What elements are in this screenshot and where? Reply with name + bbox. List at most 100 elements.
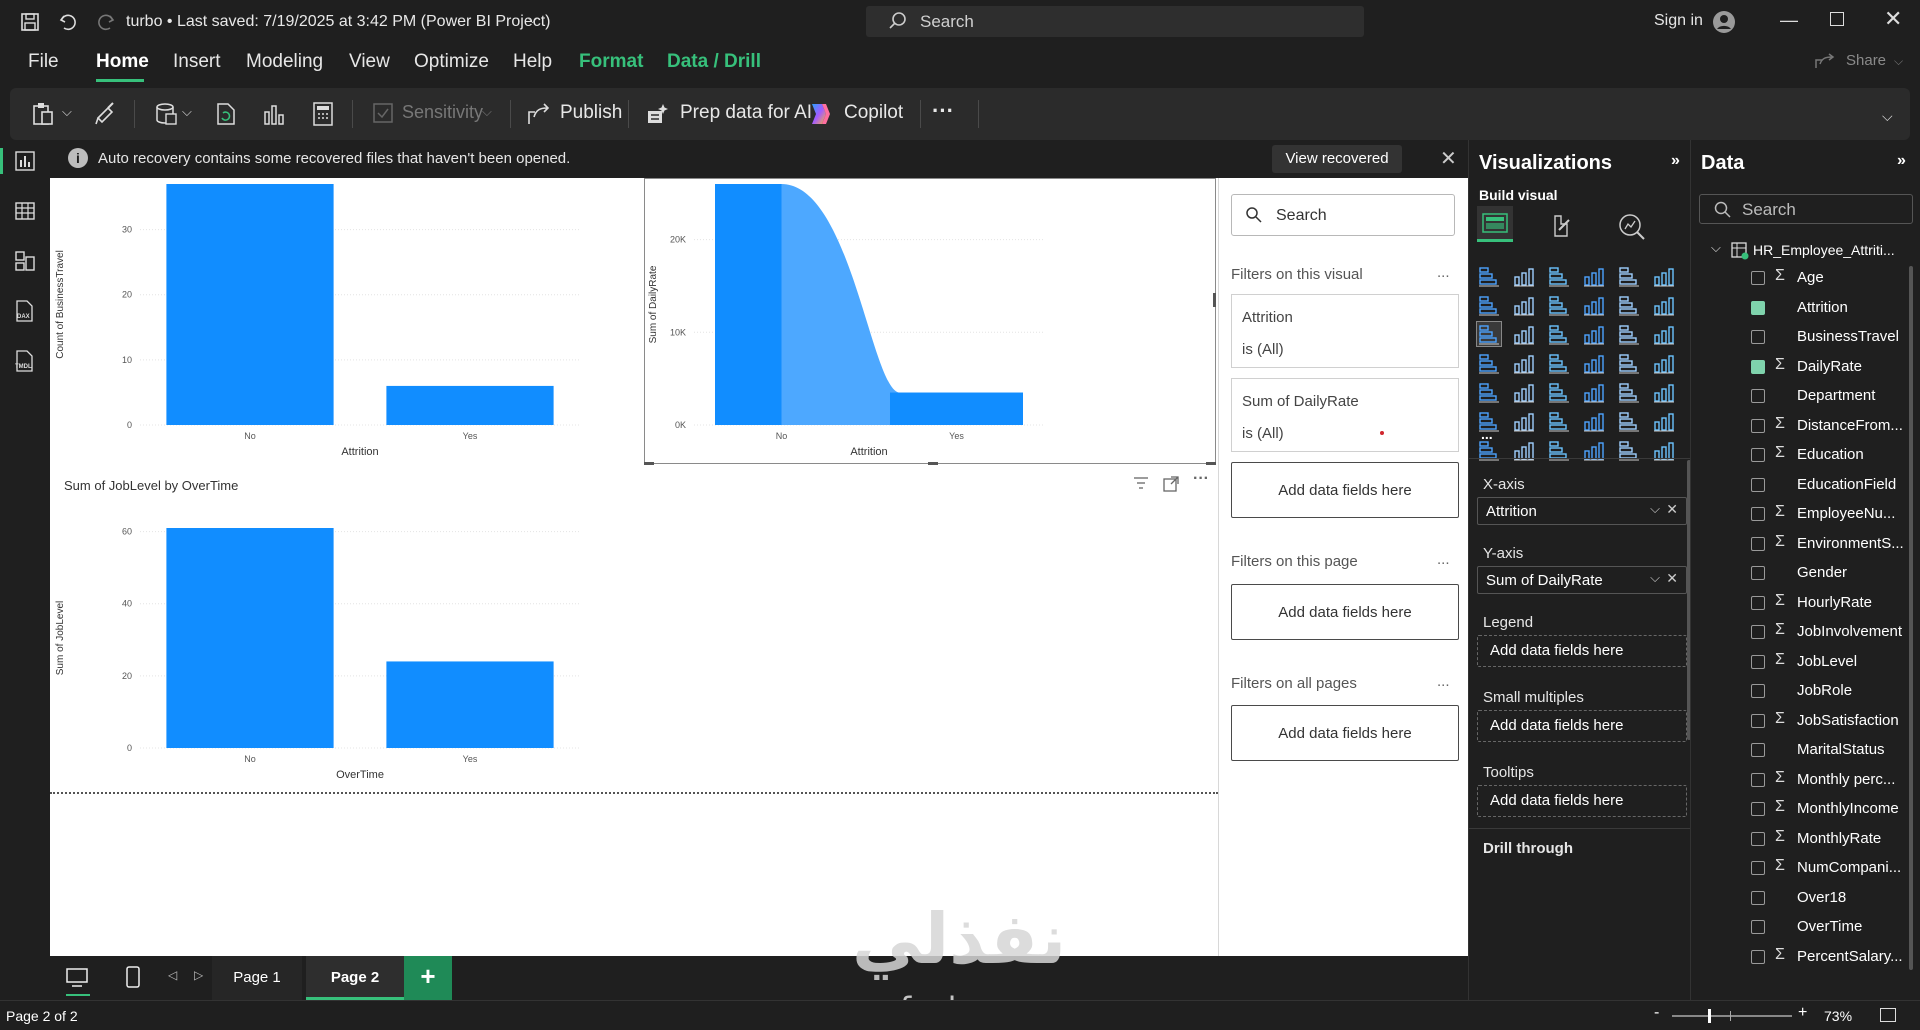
- mobile-layout-icon[interactable]: [126, 966, 140, 993]
- filter-card-dailyrate[interactable]: Sum of DailyRate is (All): [1231, 378, 1459, 452]
- format-painter-icon[interactable]: [94, 102, 118, 131]
- page-tab-1[interactable]: Page 1: [212, 956, 302, 1000]
- zoom-in-button[interactable]: +: [1798, 1004, 1807, 1022]
- get-data-chevron-icon[interactable]: ⌵: [182, 104, 192, 120]
- zoom-slider-thumb[interactable]: [1708, 1009, 1711, 1023]
- new-visual-icon[interactable]: [262, 102, 286, 131]
- field-item[interactable]: Σ DailyRate: [1691, 353, 1920, 381]
- tooltips-drop-zone[interactable]: Add data fields here: [1477, 785, 1687, 817]
- field-checkbox[interactable]: [1751, 920, 1765, 934]
- field-item[interactable]: BusinessTravel: [1691, 323, 1920, 351]
- field-checkbox[interactable]: [1751, 713, 1765, 728]
- field-item[interactable]: Σ Education: [1691, 441, 1920, 469]
- sign-in-link[interactable]: Sign in: [1654, 12, 1703, 30]
- field-item[interactable]: Σ Monthly perc...: [1691, 766, 1920, 794]
- field-item[interactable]: Σ MonthlyRate: [1691, 825, 1920, 853]
- data-scrollbar[interactable]: [1909, 266, 1913, 970]
- paste-icon[interactable]: [32, 102, 58, 131]
- chevron-down-icon[interactable]: ⌵: [1650, 570, 1660, 586]
- menu-help[interactable]: Help: [513, 51, 552, 73]
- field-item[interactable]: OverTime: [1691, 913, 1920, 941]
- next-page-icon[interactable]: ▷: [194, 968, 203, 982]
- tmdl-view-icon[interactable]: TMDL: [12, 348, 38, 374]
- undo-icon[interactable]: [54, 8, 82, 36]
- field-item[interactable]: Department: [1691, 382, 1920, 410]
- 100-column-visual-icon[interactable]: [1652, 264, 1676, 288]
- field-checkbox[interactable]: [1751, 271, 1765, 285]
- filter-icon[interactable]: [1133, 476, 1149, 495]
- field-item[interactable]: Σ PercentSalary...: [1691, 943, 1920, 971]
- decomposition-tree-visual-icon[interactable]: [1547, 409, 1571, 433]
- stacked-column-visual-icon[interactable]: [1512, 264, 1536, 288]
- field-item[interactable]: JobRole: [1691, 677, 1920, 705]
- title-chevron-icon[interactable]: ⌵: [528, 12, 537, 27]
- prep-data-icon[interactable]: [646, 102, 672, 131]
- filled-map-visual-icon[interactable]: [1547, 351, 1571, 375]
- field-item[interactable]: Over18: [1691, 884, 1920, 912]
- view-recovered-files-button[interactable]: View recovered files: [1272, 145, 1402, 195]
- field-item[interactable]: Σ JobLevel: [1691, 648, 1920, 676]
- field-item[interactable]: Σ EmployeeNu...: [1691, 500, 1920, 528]
- field-checkbox[interactable]: [1751, 507, 1765, 521]
- refresh-icon[interactable]: [214, 102, 238, 131]
- matrix-visual-icon[interactable]: [1617, 380, 1641, 404]
- yaxis-field-pill[interactable]: Sum of DailyRate ⌵ ✕: [1477, 566, 1687, 594]
- filters-visual-more-icon[interactable]: ...: [1437, 264, 1450, 281]
- get-data-icon[interactable]: [154, 102, 178, 131]
- close-icon[interactable]: ✕: [1440, 146, 1457, 171]
- qa-visual-icon[interactable]: [1582, 409, 1606, 433]
- area-visual-icon[interactable]: [1512, 293, 1536, 317]
- small-multiples-drop-zone[interactable]: Add data fields here: [1477, 710, 1687, 742]
- desktop-layout-icon[interactable]: [66, 968, 88, 993]
- waterfall-visual-icon[interactable]: [1512, 322, 1536, 346]
- field-checkbox[interactable]: [1751, 477, 1765, 492]
- page-filter-drop-zone[interactable]: Add data fields here: [1231, 584, 1459, 640]
- 100-area-visual-icon[interactable]: [1582, 293, 1606, 317]
- business-travel-bar-chart[interactable]: 0 10 20 30 No Yes Attrition Count of BusinessTr…: [50, 178, 640, 468]
- goals-visual-icon[interactable]: [1652, 409, 1676, 433]
- minimize-icon[interactable]: —: [1780, 10, 1798, 31]
- daily-rate-area-chart[interactable]: 0K 10K 20K No Yes Attrition Sum of DailyRate: [644, 178, 1216, 468]
- dax-query-view-icon[interactable]: DAX: [12, 298, 38, 324]
- field-item[interactable]: Σ EnvironmentS...: [1691, 530, 1920, 558]
- field-item[interactable]: Σ DistanceFrom...: [1691, 412, 1920, 440]
- build-visual-tab[interactable]: [1477, 206, 1513, 242]
- line-visual-icon[interactable]: [1477, 293, 1501, 317]
- table-view-icon[interactable]: [12, 198, 38, 224]
- field-checkbox[interactable]: [1751, 359, 1765, 374]
- kpi-visual-icon[interactable]: [1512, 380, 1536, 404]
- field-checkbox[interactable]: [1751, 890, 1765, 905]
- zoom-slider-track[interactable]: [1672, 1015, 1792, 1017]
- legend-drop-zone[interactable]: Add data fields here: [1477, 635, 1687, 667]
- field-item[interactable]: Σ Age: [1691, 264, 1920, 292]
- collapse-data-chevron-icon[interactable]: »: [1897, 152, 1906, 170]
- filters-all-more-icon[interactable]: ...: [1437, 673, 1450, 690]
- all-pages-filter-drop-zone[interactable]: Add data fields here: [1231, 705, 1459, 761]
- field-item[interactable]: Σ JobSatisfaction: [1691, 707, 1920, 735]
- field-checkbox[interactable]: [1751, 831, 1765, 846]
- menu-file[interactable]: File: [28, 51, 59, 73]
- table-visual-icon[interactable]: [1582, 380, 1606, 404]
- remove-field-icon[interactable]: ✕: [1666, 570, 1678, 587]
- field-item[interactable]: Gender: [1691, 559, 1920, 587]
- prev-page-icon[interactable]: ◁: [168, 968, 177, 982]
- field-checkbox[interactable]: [1751, 743, 1765, 757]
- drill-through-label[interactable]: Drill through: [1483, 840, 1573, 857]
- joblevel-overtime-bar-chart[interactable]: 0 20 40 60 No Yes OverTime Sum of JobLevel Sum o…: [50, 468, 640, 788]
- scatter-visual-icon[interactable]: [1582, 322, 1606, 346]
- stacked-bar-visual-icon[interactable]: [1477, 264, 1501, 288]
- field-item[interactable]: Σ HourlyRate: [1691, 589, 1920, 617]
- donut-visual-icon[interactable]: [1652, 322, 1676, 346]
- xaxis-field-pill[interactable]: Attrition ⌵ ✕: [1477, 497, 1687, 525]
- filters-page-more-icon[interactable]: ...: [1437, 551, 1450, 568]
- azure-map-visual-icon[interactable]: [1582, 351, 1606, 375]
- field-checkbox[interactable]: [1751, 802, 1765, 816]
- ribbon-collapse-chevron-icon[interactable]: ⌵: [1882, 108, 1893, 125]
- menu-data-drill[interactable]: Data / Drill: [667, 51, 761, 73]
- 100-bar-visual-icon[interactable]: [1617, 264, 1641, 288]
- top-search-box[interactable]: Search: [866, 6, 1364, 37]
- publish-button[interactable]: Publish: [560, 102, 622, 124]
- zoom-out-button[interactable]: -: [1654, 1004, 1659, 1022]
- field-checkbox[interactable]: [1751, 595, 1765, 610]
- fit-to-page-icon[interactable]: [1880, 1008, 1896, 1022]
